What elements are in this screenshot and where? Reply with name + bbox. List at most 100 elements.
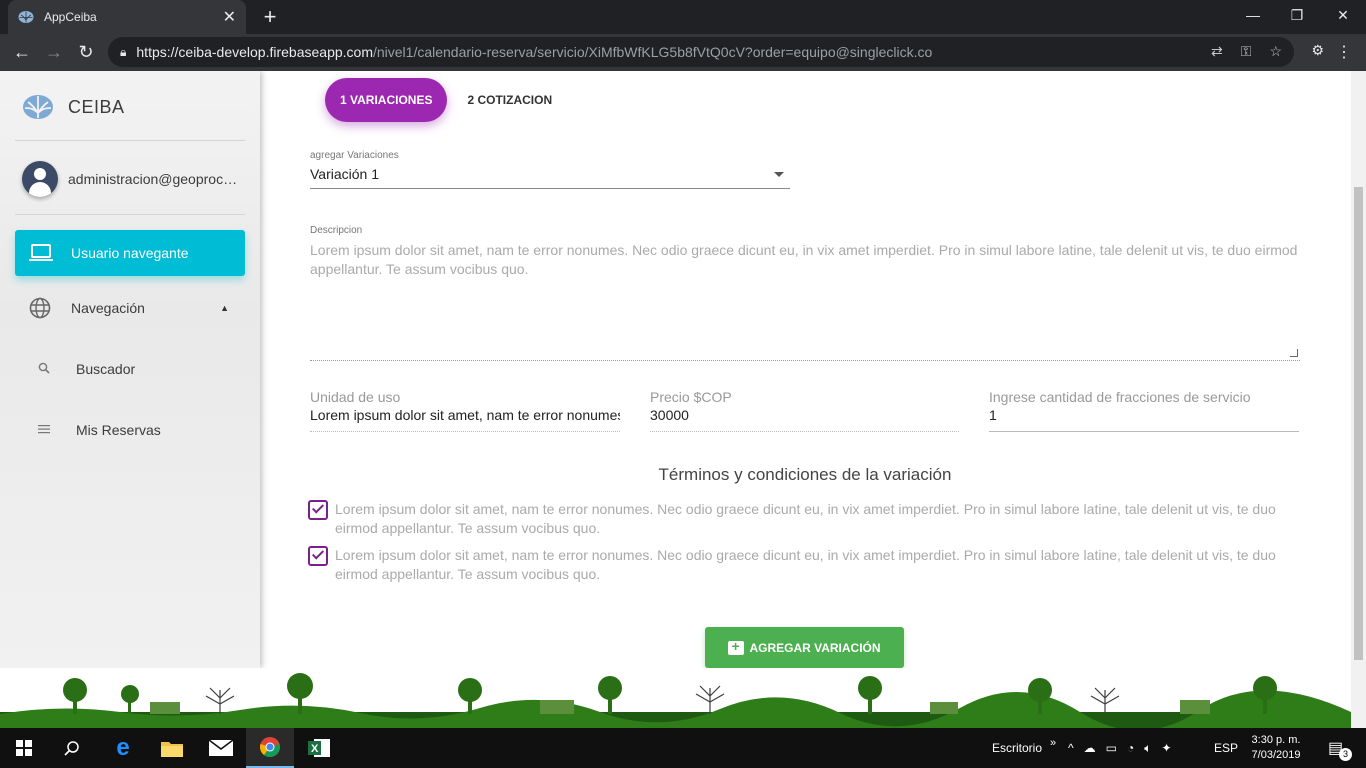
add-box-icon bbox=[728, 638, 745, 655]
file-explorer-icon[interactable] bbox=[148, 728, 196, 768]
notification-count: 3 bbox=[1339, 747, 1353, 761]
field-value[interactable]: 1 bbox=[989, 407, 1299, 432]
close-window-icon[interactable]: ✕ bbox=[1320, 0, 1366, 30]
excel-icon[interactable]: X bbox=[295, 728, 343, 768]
browser-tab[interactable]: AppCeiba ✕ bbox=[8, 0, 246, 34]
divider bbox=[15, 140, 245, 141]
clock[interactable]: 3:30 p. m. 7/03/2019 bbox=[1248, 728, 1304, 768]
step-cotizacion[interactable]: 2 COTIZACION bbox=[447, 78, 572, 122]
list-icon bbox=[38, 423, 54, 437]
clock-date: 7/03/2019 bbox=[1251, 749, 1301, 761]
description-textarea[interactable]: Lorem ipsum dolor sit amet, nam te error… bbox=[310, 241, 1300, 361]
onedrive-cloud-icon[interactable]: ☁ bbox=[1084, 741, 1096, 755]
wifi-icon[interactable]: ◔ bbox=[1127, 741, 1134, 755]
fracciones-field[interactable]: Ingrese cantidad de fracciones de servic… bbox=[989, 389, 1299, 432]
sidebar-subitem-mis-reservas[interactable]: Mis Reservas bbox=[38, 415, 161, 445]
ceiba-favicon-icon bbox=[18, 9, 34, 25]
reload-icon[interactable]: ↻ bbox=[70, 37, 102, 69]
chrome-icon[interactable] bbox=[246, 728, 294, 768]
precio-field[interactable]: Precio $COP 30000 bbox=[650, 389, 959, 432]
unidad-uso-field[interactable]: Unidad de uso Lorem ipsum dolor sit amet… bbox=[310, 389, 620, 432]
dropdown-arrow-icon bbox=[774, 172, 784, 177]
field-value[interactable]: Lorem ipsum dolor sit amet, nam te error… bbox=[310, 407, 620, 432]
resize-handle-icon[interactable] bbox=[1290, 349, 1298, 357]
sidebar-subitem-label: Buscador bbox=[76, 361, 136, 377]
user-profile[interactable]: administracion@geoprocesa... bbox=[22, 161, 243, 197]
url-path: /nivel1/calendario-reserva/servicio/XiMf… bbox=[372, 44, 933, 60]
field-label: Unidad de uso bbox=[310, 389, 401, 405]
browser-toolbar: ← → ↻ 🔒︎ https://ceiba-develop.firebasea… bbox=[0, 34, 1366, 71]
tab-title: AppCeiba bbox=[44, 10, 97, 24]
divider bbox=[15, 214, 245, 215]
browser-tabstrip: AppCeiba ✕ + — ❐ ✕ bbox=[0, 0, 1366, 34]
caret-up-icon: ▲ bbox=[220, 303, 229, 313]
sidebar-item-label: Usuario navegante bbox=[71, 245, 189, 261]
more-menu-icon[interactable]: ⋮ bbox=[1336, 42, 1352, 62]
close-tab-icon[interactable]: ✕ bbox=[223, 7, 236, 27]
language-indicator[interactable]: ESP bbox=[1214, 728, 1238, 768]
field-label: Ingrese cantidad de fracciones de servic… bbox=[989, 389, 1251, 405]
term-text: Lorem ipsum dolor sit amet, nam te error… bbox=[335, 501, 1276, 536]
sidebar-subitem-label: Mis Reservas bbox=[76, 422, 161, 438]
battery-icon[interactable]: ▭ bbox=[1106, 741, 1117, 755]
back-icon[interactable]: ← bbox=[6, 37, 38, 69]
restore-icon[interactable]: ❐ bbox=[1274, 0, 1320, 30]
sidebar-item-navegacion[interactable]: Navegación ▲ bbox=[15, 288, 245, 328]
sidebar-subitem-buscador[interactable]: Buscador bbox=[38, 354, 135, 384]
windows-start-icon[interactable] bbox=[0, 728, 48, 768]
scrollbar-thumb[interactable] bbox=[1354, 187, 1363, 660]
stepper: 1 VARIACIONES 2 COTIZACION bbox=[325, 78, 572, 122]
system-tray: ^ ☁ ▭ ◔ 🔈︎ ✦ bbox=[1068, 728, 1172, 768]
clock-time: 3:30 p. m. bbox=[1251, 734, 1301, 746]
sidebar-item-label: Navegación bbox=[71, 300, 145, 316]
step-variaciones[interactable]: 1 VARIACIONES bbox=[325, 78, 448, 122]
key-icon[interactable]: ⚿ bbox=[1241, 43, 1252, 60]
scrollbar[interactable] bbox=[1351, 71, 1366, 728]
add-variation-button[interactable]: AGREGAR VARIACIÓN bbox=[705, 627, 904, 668]
action-center-button[interactable]: ▤ 3 bbox=[1322, 728, 1362, 768]
term-row: Lorem ipsum dolor sit amet, nam te error… bbox=[308, 500, 1283, 538]
extensions-icon[interactable]: ⚙ bbox=[1311, 42, 1324, 59]
term-checkbox[interactable] bbox=[308, 546, 328, 566]
term-checkbox[interactable] bbox=[308, 500, 328, 520]
mail-icon[interactable] bbox=[197, 728, 245, 768]
forward-icon[interactable]: → bbox=[38, 37, 70, 69]
variation-select-label: agregar Variaciones bbox=[310, 150, 399, 161]
url-host: https://ceiba-develop.firebaseapp.com bbox=[136, 44, 373, 60]
brand-name: CEIBA bbox=[68, 96, 125, 117]
variation-select-value: Variación 1 bbox=[310, 166, 380, 182]
desktop-toolbar[interactable]: Escritorio » bbox=[992, 728, 1056, 768]
new-tab-icon[interactable]: + bbox=[258, 4, 282, 30]
search-icon[interactable] bbox=[48, 728, 96, 768]
chevron-up-icon[interactable]: ^ bbox=[1068, 741, 1074, 755]
minimize-icon[interactable]: — bbox=[1230, 0, 1276, 30]
checkmark-icon bbox=[311, 547, 325, 560]
svg-text:X: X bbox=[311, 743, 319, 755]
field-label: Precio $COP bbox=[650, 389, 732, 405]
translate-icon[interactable]: ⇄ bbox=[1211, 43, 1223, 60]
checkmark-icon bbox=[311, 501, 325, 514]
ceiba-logo-icon bbox=[23, 95, 53, 119]
windows-taskbar: e X Escritorio » ^ ☁ ▭ ◔ 🔈︎ ✦ ESP 3:30 p… bbox=[0, 728, 1366, 768]
avatar bbox=[22, 161, 58, 197]
field-value[interactable]: 30000 bbox=[650, 407, 959, 432]
page: CEIBA administracion@geoprocesa... Usuar… bbox=[0, 71, 1366, 728]
laptop-icon bbox=[29, 244, 53, 262]
language-label: ESP bbox=[1214, 741, 1239, 755]
landscape-illustration bbox=[0, 673, 1351, 728]
variation-form: 1 VARIACIONES 2 COTIZACION agregar Varia… bbox=[290, 71, 1320, 668]
landscape-footer bbox=[0, 668, 1351, 728]
terms-title: Términos y condiciones de la variación bbox=[658, 465, 952, 484]
sidebar: CEIBA administracion@geoprocesa... Usuar… bbox=[0, 71, 260, 668]
star-icon[interactable]: ☆ bbox=[1269, 43, 1282, 60]
edge-icon[interactable]: e bbox=[99, 728, 147, 768]
user-email: administracion@geoprocesa... bbox=[68, 171, 243, 187]
address-bar[interactable]: 🔒︎ https://ceiba-develop.firebaseapp.com… bbox=[108, 37, 1294, 67]
sidebar-item-usuario-navegante[interactable]: Usuario navegante bbox=[15, 230, 245, 276]
chevron-double-right-icon: » bbox=[1050, 737, 1057, 749]
variation-select[interactable]: Variación 1 bbox=[310, 166, 790, 189]
brand[interactable]: CEIBA bbox=[22, 93, 125, 121]
search-icon bbox=[38, 362, 54, 377]
dropbox-icon[interactable]: ✦ bbox=[1161, 741, 1171, 755]
volume-icon[interactable]: 🔈︎ bbox=[1144, 741, 1151, 756]
